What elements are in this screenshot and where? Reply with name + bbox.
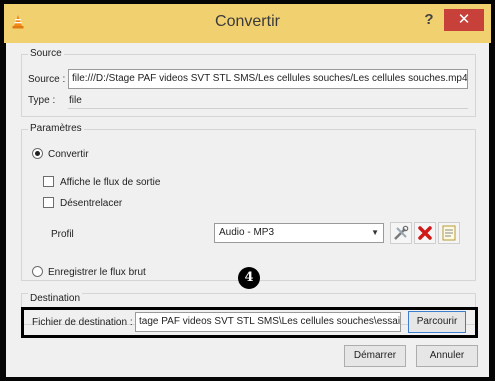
step-number-badge: 4 [238,267,260,289]
convert-radio[interactable] [32,148,43,159]
convert-label[interactable]: Convertir [48,149,89,160]
chevron-down-icon: ▼ [371,228,379,237]
raw-dump-radio[interactable] [32,266,43,277]
type-value: file [69,95,82,106]
deinterlace-checkbox[interactable] [43,197,54,208]
destination-highlight-box [21,307,478,338]
cancel-button[interactable]: Annuler [416,345,478,367]
title-bar[interactable]: Convertir ? ✕ [4,4,491,43]
show-output-label[interactable]: Affiche le flux de sortie [60,177,160,188]
raw-dump-label[interactable]: Enregistrer le flux brut [48,267,146,278]
type-underline [68,108,468,109]
delete-profile-icon[interactable] [414,222,436,244]
source-path-field[interactable]: file:///D:/Stage PAF videos SVT STL SMS/… [68,69,468,89]
show-output-checkbox[interactable] [43,176,54,187]
convert-dialog: Convertir ? ✕ Source Source : file:///D:… [0,0,495,381]
parameters-group-label: Paramètres [28,123,84,134]
start-button[interactable]: Démarrer [344,345,406,367]
profile-select[interactable]: Audio - MP3 ▼ [214,223,384,243]
profile-select-value: Audio - MP3 [219,227,275,238]
profile-label: Profil [51,229,74,240]
source-group-label: Source [28,48,64,59]
destination-group-label: Destination [28,293,83,304]
type-label: Type : [28,95,56,106]
deinterlace-label[interactable]: Désentrelacer [60,198,122,209]
new-profile-icon[interactable] [438,222,460,244]
help-button[interactable]: ? [416,9,442,31]
source-label: Source : [28,74,66,85]
edit-profile-icon[interactable] [390,222,412,244]
close-button[interactable]: ✕ [444,9,484,31]
dialog-body: Source Source : file:///D:/Stage PAF vid… [6,43,489,377]
